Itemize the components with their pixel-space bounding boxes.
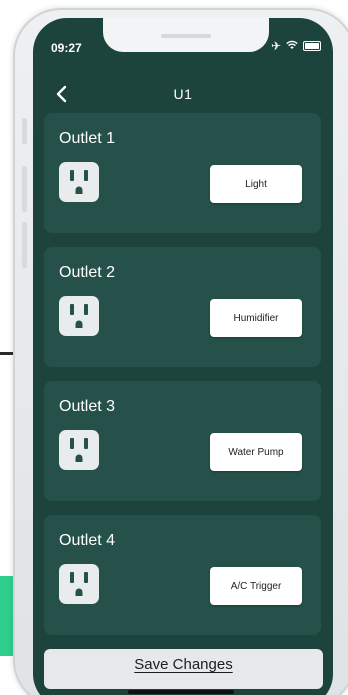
outlet-title: Outlet 1 [59,130,116,147]
mute-switch [22,118,27,144]
volume-down-button [22,222,27,268]
power-outlet-icon [59,430,99,470]
page-title: U1 [173,86,193,102]
power-outlet-icon [59,296,99,336]
home-indicator [128,690,234,694]
volume-up-button [22,166,27,212]
airplane-icon: ✈ [270,39,281,53]
background-dash [0,352,14,355]
status-icons: ✈ [271,40,321,52]
outlet-card-2: Outlet 2 Humidifier [44,247,321,367]
device-button-outlet-3[interactable]: Water Pump [210,433,302,471]
outlet-card-3: Outlet 3 Water Pump [44,381,321,501]
wifi-icon [286,40,298,52]
outlet-card-1: Outlet 1 Light [44,113,321,233]
outlet-title: Outlet 3 [59,398,116,415]
outlet-card-4: Outlet 4 A/C Trigger [44,515,321,635]
outlet-title: Outlet 4 [59,532,116,549]
background-green-block [0,576,14,656]
save-changes-button[interactable]: Save Changes [44,649,323,689]
stage: 09:27 ✈ U1 Outlet 1 Light Outlet 2 Humid… [0,0,348,695]
battery-icon [303,41,321,51]
device-button-outlet-1[interactable]: Light [210,165,302,203]
power-outlet-icon [59,564,99,604]
app-screen: 09:27 ✈ U1 Outlet 1 Light Outlet 2 Humid… [33,18,333,695]
save-changes-label: Save Changes [134,656,233,673]
outlet-title: Outlet 2 [59,264,116,281]
status-time: 09:27 [51,41,82,55]
nav-bar: U1 [33,80,333,116]
status-bar: 09:27 ✈ [33,18,333,68]
device-button-outlet-2[interactable]: Humidifier [210,299,302,337]
power-outlet-icon [59,162,99,202]
device-button-outlet-4[interactable]: A/C Trigger [210,567,302,605]
